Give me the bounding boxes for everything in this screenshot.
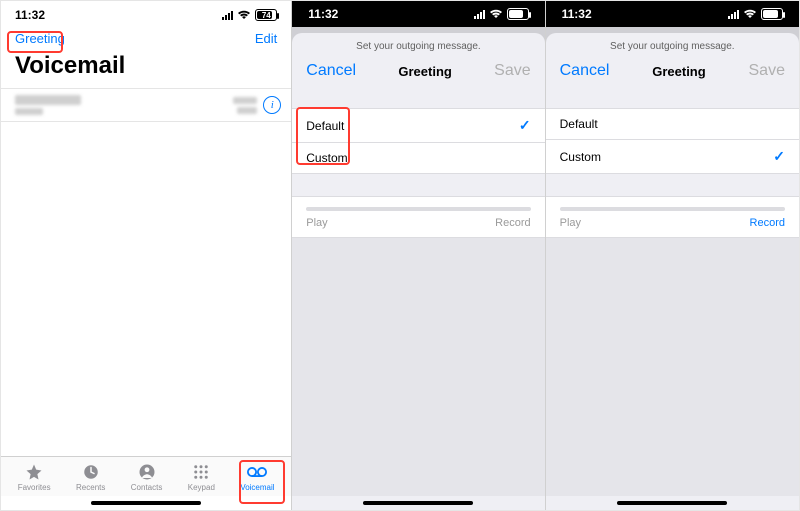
option-custom[interactable]: Custom bbox=[292, 142, 544, 174]
option-default[interactable]: Default ✓ bbox=[292, 108, 544, 142]
status-time: 11:32 bbox=[308, 7, 338, 21]
modal-backdrop: Set your outgoing message. Cancel Greeti… bbox=[292, 27, 544, 510]
tab-bar: Favorites Recents Contacts Keypad Voicem… bbox=[1, 456, 291, 496]
wifi-icon bbox=[743, 9, 757, 19]
checkmark-icon: ✓ bbox=[773, 148, 785, 165]
record-button[interactable]: Record bbox=[750, 217, 785, 229]
keypad-icon bbox=[191, 463, 211, 481]
battery-icon: 74 bbox=[761, 8, 783, 20]
status-bar: 11:32 74 bbox=[292, 1, 544, 27]
battery-icon: 74 bbox=[507, 8, 529, 20]
nav-bar: Greeting Edit bbox=[1, 29, 291, 50]
status-icons: 74 bbox=[474, 8, 529, 20]
tab-keypad[interactable]: Keypad bbox=[188, 463, 215, 492]
tab-favorites[interactable]: Favorites bbox=[18, 463, 51, 492]
playback-block: Play Record bbox=[546, 196, 799, 238]
voicemail-row-right: i bbox=[233, 96, 281, 114]
cellular-icon bbox=[728, 10, 739, 19]
person-icon bbox=[137, 463, 157, 481]
caller-blurred bbox=[15, 95, 81, 115]
star-icon bbox=[24, 463, 44, 481]
cancel-button[interactable]: Cancel bbox=[306, 62, 356, 80]
status-time: 11:32 bbox=[562, 7, 592, 21]
voicemail-icon bbox=[247, 463, 267, 481]
tab-recents[interactable]: Recents bbox=[76, 463, 105, 492]
page-title: Voicemail bbox=[1, 50, 291, 88]
status-bar: 11:32 74 bbox=[546, 1, 799, 27]
tab-label: Recents bbox=[76, 483, 105, 492]
sheet-title: Greeting bbox=[652, 64, 705, 79]
home-indicator[interactable] bbox=[292, 496, 544, 510]
tab-label: Favorites bbox=[18, 483, 51, 492]
home-indicator[interactable] bbox=[1, 496, 291, 510]
greeting-sheet: Set your outgoing message. Cancel Greeti… bbox=[546, 33, 799, 510]
progress-track[interactable] bbox=[306, 207, 530, 211]
option-label: Custom bbox=[560, 150, 601, 164]
greeting-sheet: Set your outgoing message. Cancel Greeti… bbox=[292, 33, 544, 510]
status-time: 11:32 bbox=[15, 8, 45, 22]
sheet-hint: Set your outgoing message. bbox=[292, 33, 544, 56]
screen-voicemail-list: 11:32 74 Greeting Edit Voicemail i bbox=[1, 1, 292, 510]
option-label: Default bbox=[560, 117, 598, 131]
greeting-options: Default ✓ Custom bbox=[292, 108, 544, 174]
sheet-hint: Set your outgoing message. bbox=[546, 33, 799, 56]
tab-label: Keypad bbox=[188, 483, 215, 492]
voicemail-row[interactable]: i bbox=[1, 88, 291, 122]
playback-block: Play Record bbox=[292, 196, 544, 238]
sheet-nav: Cancel Greeting Save bbox=[546, 56, 799, 90]
status-bar: 11:32 74 bbox=[1, 1, 291, 29]
cancel-button[interactable]: Cancel bbox=[560, 62, 610, 80]
cellular-icon bbox=[474, 10, 485, 19]
status-icons: 74 bbox=[222, 9, 277, 21]
cellular-icon bbox=[222, 11, 233, 20]
option-label: Default bbox=[306, 119, 344, 133]
tab-voicemail[interactable]: Voicemail bbox=[240, 463, 274, 492]
edit-button[interactable]: Edit bbox=[255, 31, 277, 46]
record-button: Record bbox=[495, 217, 530, 229]
checkmark-icon: ✓ bbox=[519, 117, 531, 134]
play-button: Play bbox=[560, 217, 581, 229]
save-button: Save bbox=[494, 62, 530, 80]
option-label: Custom bbox=[306, 151, 347, 165]
sheet-title: Greeting bbox=[398, 64, 451, 79]
option-default[interactable]: Default bbox=[546, 108, 799, 139]
home-indicator[interactable] bbox=[546, 496, 799, 510]
screen-greeting-default: 11:32 74 Set your outgoing message. Canc… bbox=[292, 1, 545, 510]
progress-track[interactable] bbox=[560, 207, 785, 211]
play-button: Play bbox=[306, 217, 327, 229]
save-button: Save bbox=[749, 62, 785, 80]
status-icons: 74 bbox=[728, 8, 783, 20]
tab-label: Contacts bbox=[131, 483, 163, 492]
modal-backdrop: Set your outgoing message. Cancel Greeti… bbox=[546, 27, 799, 510]
wifi-icon bbox=[489, 9, 503, 19]
clock-icon bbox=[81, 463, 101, 481]
greeting-options: Default Custom ✓ bbox=[546, 108, 799, 174]
tab-label: Voicemail bbox=[240, 483, 274, 492]
info-icon[interactable]: i bbox=[263, 96, 281, 114]
wifi-icon bbox=[237, 10, 251, 20]
option-custom[interactable]: Custom ✓ bbox=[546, 139, 799, 174]
tab-contacts[interactable]: Contacts bbox=[131, 463, 163, 492]
sheet-nav: Cancel Greeting Save bbox=[292, 56, 544, 90]
battery-icon: 74 bbox=[255, 9, 277, 21]
greeting-button[interactable]: Greeting bbox=[15, 31, 65, 46]
screenshot-canvas: 11:32 74 Greeting Edit Voicemail i bbox=[0, 0, 800, 511]
screen-greeting-custom: 11:32 74 Set your outgoing message. Canc… bbox=[546, 1, 799, 510]
